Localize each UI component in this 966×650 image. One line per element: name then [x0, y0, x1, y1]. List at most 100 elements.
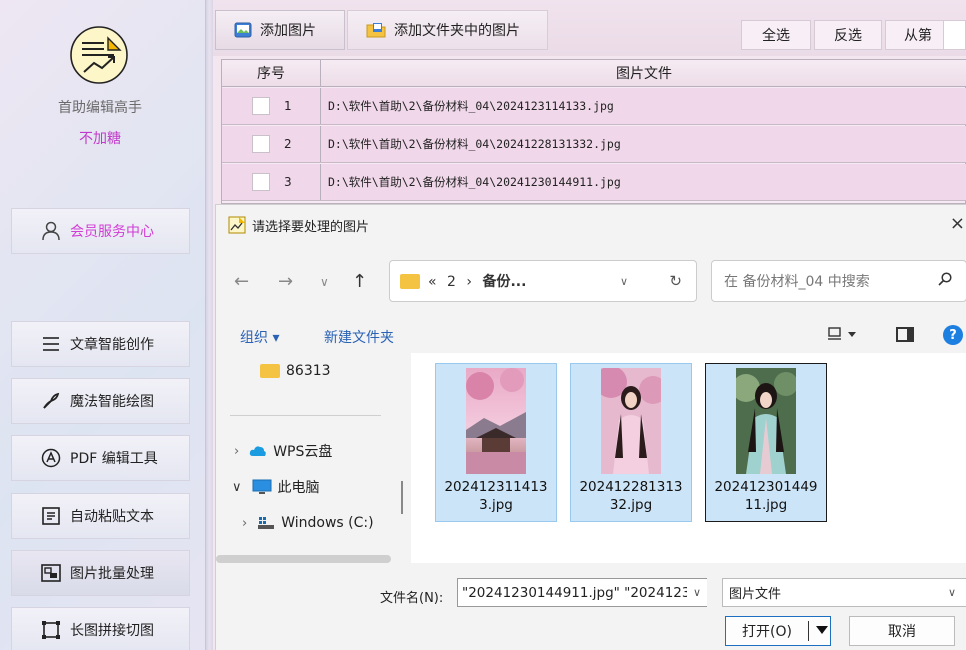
sidebar-item-label: 长图拼接切图 — [70, 623, 154, 639]
breadcrumb: « 2 › 备份... — [428, 274, 527, 290]
from-input[interactable] — [943, 20, 966, 50]
sidebar-item-label: 魔法智能绘图 — [70, 394, 154, 410]
table-row[interactable]: 1 D:\软件\首助\2\备份材料_04\2024123114133.jpg — [222, 88, 966, 125]
dialog-navigation-bar: ← → ∨ ↑ « 2 › 备份... ∨ ↻ 在 备份材料_04 中搜索 — [216, 245, 966, 315]
column-header-file: 图片文件 — [616, 66, 672, 82]
dialog-footer: 文件名(N): "20241230144911.jpg" "2024123114… — [216, 563, 966, 650]
address-dropdown-icon[interactable]: ∨ — [620, 275, 628, 288]
row-file-path: D:\软件\首助\2\备份材料_04\20241230144911.jpg — [328, 175, 621, 189]
nav-item-folder[interactable]: 86313 — [260, 363, 331, 379]
invert-selection-button[interactable]: 反选 — [814, 20, 882, 50]
member-service-button[interactable]: 会员服务中心 — [11, 208, 190, 254]
chevron-down-icon[interactable]: ∨ — [232, 480, 242, 495]
file-item[interactable]: 202412281313 32.jpg — [570, 363, 692, 522]
row-number: 2 — [284, 137, 292, 151]
sidebar-item-long-image[interactable]: 长图拼接切图 — [11, 607, 190, 650]
sidebar-item-article[interactable]: 文章智能创作 — [11, 321, 190, 367]
sidebar-splitter[interactable] — [205, 0, 213, 650]
preview-pane-icon[interactable] — [896, 327, 914, 342]
new-folder-button[interactable]: 新建文件夹 — [324, 327, 394, 347]
file-item[interactable]: 202412311413 3.jpg — [435, 363, 557, 522]
column-header-no: 序号 — [222, 60, 321, 86]
folder-icon — [260, 364, 280, 378]
row-checkbox[interactable] — [252, 97, 270, 115]
cancel-button[interactable]: 取消 — [849, 616, 955, 646]
select-all-button[interactable]: 全选 — [741, 20, 811, 50]
menu-lines-icon — [40, 333, 62, 355]
nav-item-windows-drive[interactable]: › Windows (C:) — [242, 515, 374, 531]
app-logo-icon — [70, 26, 128, 84]
nav-item-this-pc[interactable]: ∨ 此电脑 — [232, 477, 320, 497]
row-number: 3 — [284, 175, 292, 189]
image-thumbnail — [466, 368, 526, 474]
nav-item-wps-cloud[interactable]: › WPS云盘 — [234, 441, 332, 461]
filename-label: 文件名(N): — [380, 591, 444, 606]
search-input[interactable]: 在 备份材料_04 中搜索 — [711, 260, 966, 302]
up-arrow-icon[interactable]: ↑ — [352, 271, 367, 292]
user-icon — [40, 220, 62, 242]
row-number: 1 — [284, 99, 292, 113]
close-icon[interactable]: × — [950, 213, 965, 234]
file-name: 202412281313 32.jpg — [579, 479, 683, 513]
cloud-icon — [249, 445, 267, 457]
filename-input[interactable]: "20241230144911.jpg" "20241231141 — [457, 578, 707, 607]
app-sub-label[interactable]: 不加糖 — [0, 128, 200, 148]
open-button-label: 打开(O) — [742, 624, 792, 640]
image-file-table: 序号 图片文件 1 D:\软件\首助\2\备份材料_04\20241231141… — [221, 59, 966, 204]
drive-icon — [257, 516, 275, 530]
computer-icon — [252, 479, 272, 495]
file-name: 202412301449 11.jpg — [714, 479, 818, 513]
chevron-right-icon[interactable]: › — [242, 516, 247, 531]
crop-icon — [40, 619, 62, 641]
sidebar-item-label: 自动粘贴文本 — [70, 509, 154, 525]
sidebar-item-paste[interactable]: 自动粘贴文本 — [11, 493, 190, 539]
nav-pane-hscrollbar[interactable] — [216, 555, 391, 563]
filename-dropdown-icon[interactable]: ∨ — [687, 579, 707, 606]
add-folder-images-button[interactable]: 添加文件夹中的图片 — [347, 10, 548, 50]
member-service-label: 会员服务中心 — [70, 224, 154, 240]
open-button[interactable]: 打开(O) — [725, 616, 831, 646]
add-image-button[interactable]: 添加图片 — [215, 10, 345, 50]
open-dropdown-icon[interactable] — [816, 626, 828, 634]
help-icon[interactable]: ? — [943, 325, 963, 345]
file-item[interactable]: 202412301449 11.jpg — [705, 363, 827, 522]
magic-wand-icon — [40, 390, 62, 412]
add-image-label: 添加图片 — [260, 23, 316, 39]
forward-arrow-icon[interactable]: → — [278, 271, 293, 292]
filetype-select[interactable]: 图片文件 ∨ — [722, 578, 966, 607]
add-folder-images-label: 添加文件夹中的图片 — [394, 23, 520, 39]
sidebar-item-drawing[interactable]: 魔法智能绘图 — [11, 378, 190, 424]
refresh-icon[interactable]: ↻ — [669, 272, 682, 290]
recent-dropdown-icon[interactable]: ∨ — [320, 275, 329, 289]
back-arrow-icon[interactable]: ← — [234, 271, 249, 292]
nav-pane-scrollbar[interactable] — [401, 481, 403, 514]
view-options-icon[interactable] — [828, 327, 858, 345]
chevron-right-icon[interactable]: › — [234, 444, 239, 459]
dialog-title: 请选择要处理的图片 — [252, 219, 370, 235]
address-bar[interactable]: « 2 › 备份... ∨ ↻ — [389, 260, 697, 302]
image-thumbnail — [736, 368, 796, 474]
navigation-pane: 86313 › WPS云盘 ∨ 此电脑 › Windows (C:) — [216, 353, 411, 563]
dialog-app-icon — [228, 216, 246, 234]
sidebar-item-label: 图片批量处理 — [70, 566, 154, 582]
table-row[interactable]: 3 D:\软件\首助\2\备份材料_04\20241230144911.jpg — [222, 164, 966, 201]
image-batch-icon — [40, 562, 62, 584]
paste-text-icon — [40, 505, 62, 527]
file-open-dialog: 请选择要处理的图片 × ← → ∨ ↑ « 2 › 备份... ∨ ↻ 在 备份… — [215, 204, 966, 650]
pdf-tool-icon — [40, 447, 62, 469]
sidebar-item-pdf[interactable]: PDF 编辑工具 — [11, 435, 190, 481]
organize-menu[interactable]: 组织 ▾ — [240, 327, 279, 347]
row-checkbox[interactable] — [252, 135, 270, 153]
sidebar-item-label: PDF 编辑工具 — [70, 451, 158, 467]
row-checkbox[interactable] — [252, 173, 270, 191]
table-row[interactable]: 2 D:\软件\首助\2\备份材料_04\20241228131332.jpg — [222, 126, 966, 163]
chevron-down-icon: ∨ — [947, 586, 956, 599]
toolbar: 添加图片 添加文件夹中的图片 全选 反选 从第 — [213, 0, 966, 56]
dialog-title-bar[interactable]: 请选择要处理的图片 × — [216, 205, 966, 245]
image-add-icon — [234, 22, 252, 38]
sidebar-item-label: 文章智能创作 — [70, 337, 154, 353]
split-divider — [808, 621, 809, 641]
row-file-path: D:\软件\首助\2\备份材料_04\20241228131332.jpg — [328, 137, 621, 151]
search-placeholder: 在 备份材料_04 中搜索 — [724, 274, 870, 290]
sidebar-item-image-batch[interactable]: 图片批量处理 — [11, 550, 190, 596]
